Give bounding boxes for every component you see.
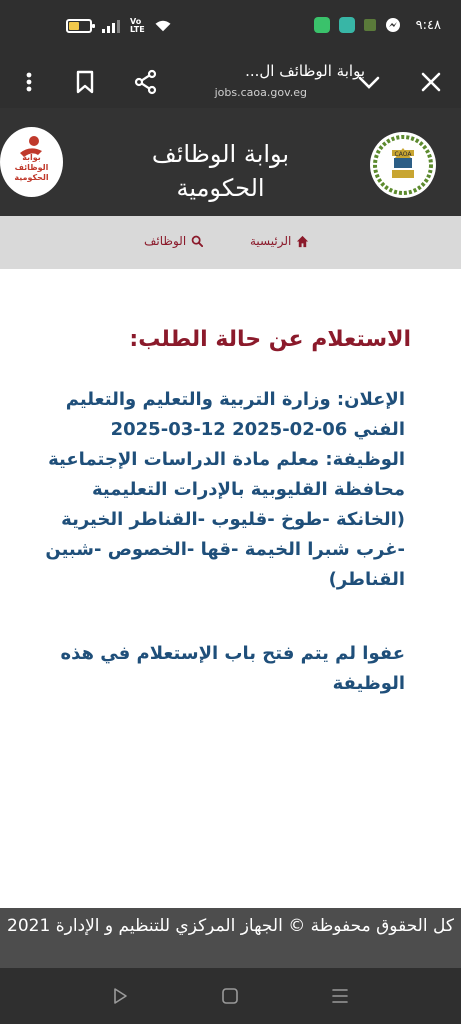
leaf-app-icon <box>363 19 376 31</box>
browser-bar: بوابة الوظائف ال... jobs.caoa.gov.eg <box>0 56 461 108</box>
share-icon[interactable] <box>133 69 159 95</box>
search-icon <box>191 235 204 247</box>
logo-text-line2: الوظائف <box>14 163 49 172</box>
job-text: الوظيفة: معلم مادة الدراسات الإجتماعية م… <box>45 449 405 590</box>
announcement-text: الإعلان: وزارة التربية والتعليم والتعليم… <box>65 389 405 440</box>
nav-home[interactable]: الرئيسية <box>250 234 309 248</box>
home-square-icon[interactable] <box>220 986 240 1006</box>
android-nav-bar <box>0 968 461 1024</box>
logo-text: بوابة الوظائف الحكومية <box>0 153 63 183</box>
inquiry-heading: الاستعلام عن حالة الطلب: <box>129 327 411 352</box>
page-title[interactable]: بوابة الوظائف ال... <box>245 62 365 80</box>
battery-icon <box>66 19 95 33</box>
status-bar: Vo LTE ٩:٤٨ <box>0 0 461 56</box>
inquiry-notice: عفوا لم يتم فتح باب الإستعلام في هذه الو… <box>60 643 405 694</box>
recent-apps-icon[interactable] <box>330 986 350 1006</box>
site-title: بوابة الوظائف الحكومية <box>80 137 361 205</box>
shield-app-icon <box>313 17 330 33</box>
site-nav: الرئيسية الوظائف <box>0 216 461 269</box>
chevron-down-icon[interactable] <box>356 69 382 95</box>
nav-jobs[interactable]: الوظائف <box>144 234 204 248</box>
nav-jobs-label: الوظائف <box>144 234 187 248</box>
job-details: الإعلان: وزارة التربية والتعليم والتعليم… <box>40 385 405 595</box>
status-left: Vo LTE <box>66 18 172 34</box>
nav-home-label: الرئيسية <box>250 234 292 248</box>
close-icon[interactable] <box>418 69 444 95</box>
logo-text-line1: بوابة <box>22 153 41 162</box>
emblem-icon <box>373 135 433 195</box>
site-title-line2: الحكومية <box>176 174 265 202</box>
home-icon <box>297 235 309 247</box>
chat-app-icon <box>338 17 355 33</box>
messenger-icon <box>385 18 400 32</box>
bookmark-icon[interactable] <box>72 69 98 95</box>
main-content: الاستعلام عن حالة الطلب: الإعلان: وزارة … <box>0 269 461 908</box>
volte-label: Vo LTE <box>130 17 145 34</box>
emblem-text: CAOA <box>394 151 412 158</box>
page-domain[interactable]: jobs.caoa.gov.eg <box>215 86 307 99</box>
more-options-icon[interactable] <box>16 69 42 95</box>
clock: ٩:٤٨ <box>415 17 441 33</box>
status-right: ٩:٤٨ <box>313 17 441 33</box>
site-title-line1: بوابة الوظائف <box>151 140 290 168</box>
site-logo[interactable]: بوابة الوظائف الحكومية <box>0 127 63 197</box>
site-header: بوابة الوظائف الحكومية بوابة الوظائف الح… <box>0 108 461 216</box>
government-emblem: CAOA <box>370 132 436 198</box>
wifi-icon <box>155 20 171 32</box>
site-footer: كل الحقوق محفوظة © الجهاز المركزي للتنظي… <box>0 908 461 968</box>
signal-icon <box>102 19 120 33</box>
back-triangle-icon[interactable] <box>110 986 130 1006</box>
logo-text-line3: الحكومية <box>14 173 49 182</box>
